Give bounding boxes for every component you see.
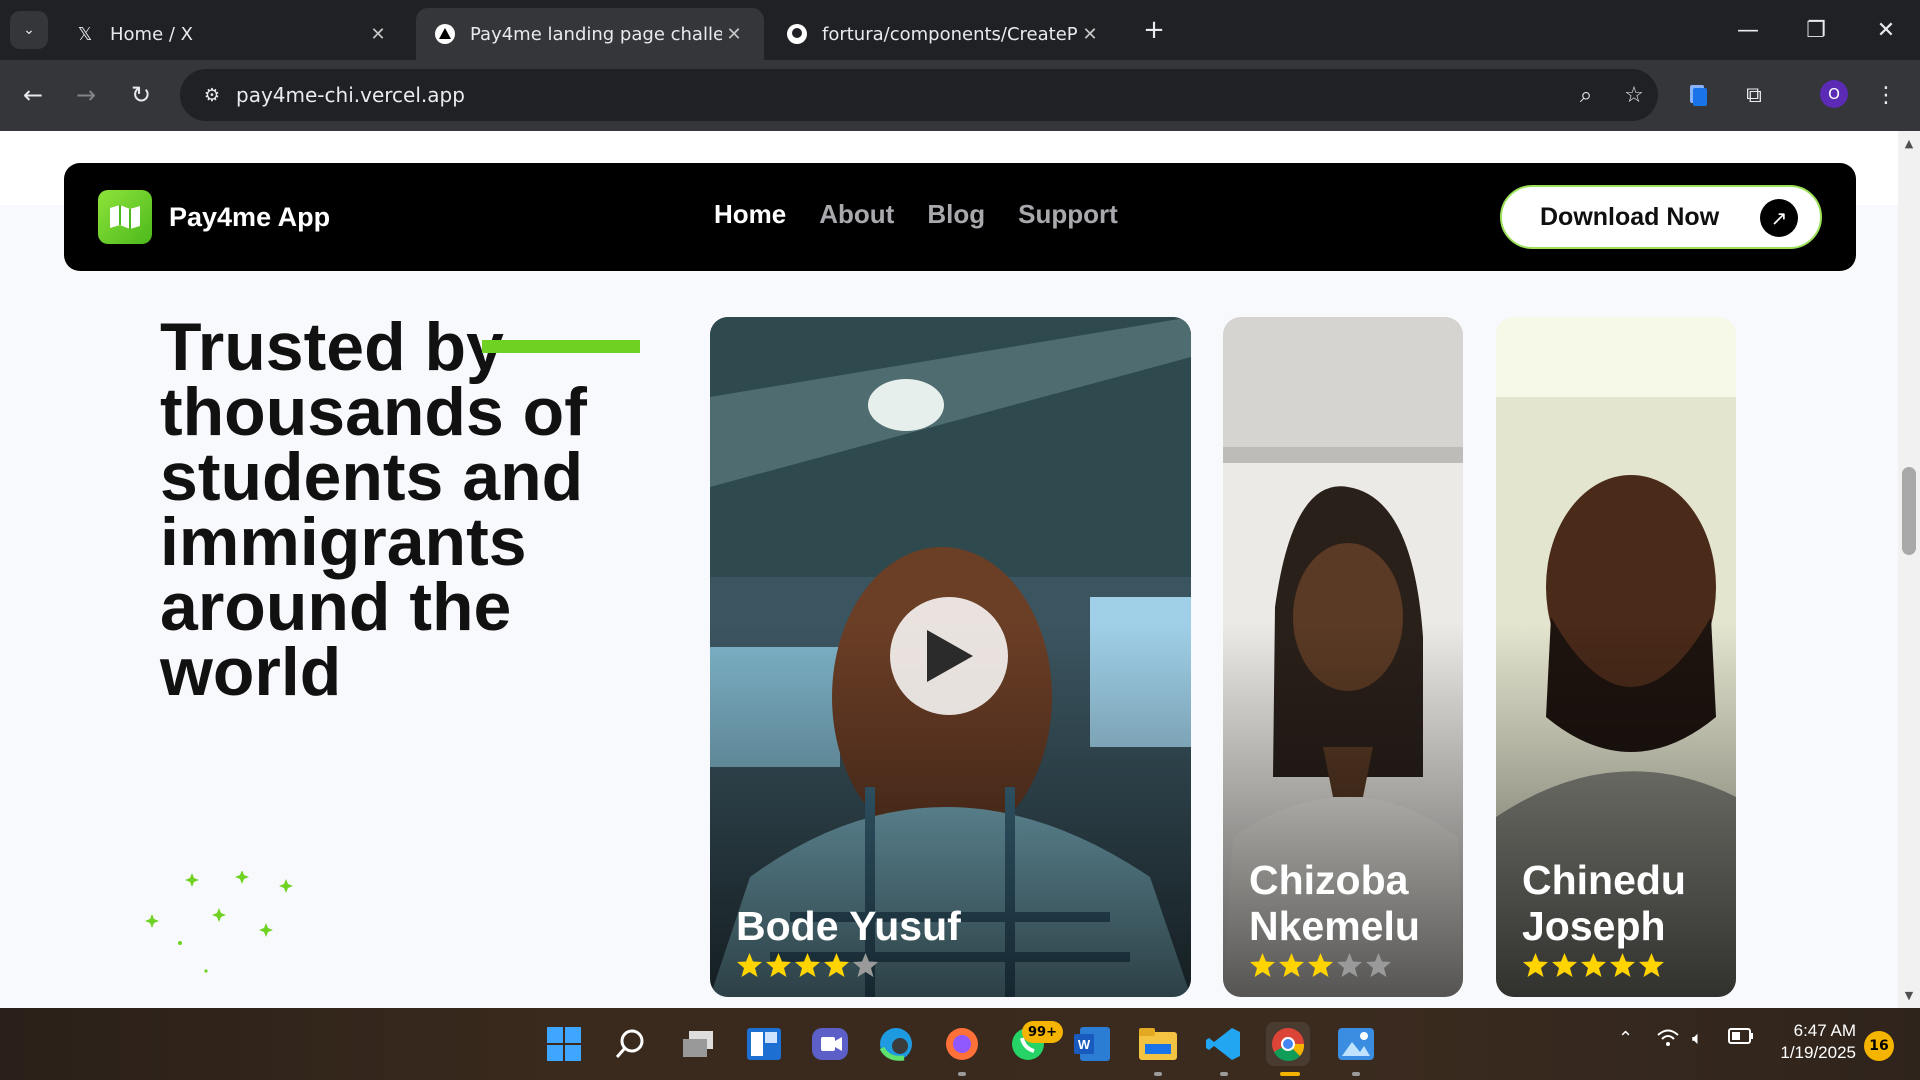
new-tab-button[interactable]: + (1138, 14, 1170, 46)
photos-icon[interactable] (1334, 1022, 1378, 1066)
star-filled-icon (737, 953, 762, 977)
testimonial-name: Bode Yusuf (736, 903, 961, 949)
widgets-icon[interactable] (742, 1022, 786, 1066)
site-info-icon[interactable]: ⚙ (192, 85, 232, 106)
volume-icon[interactable]: 🔈︎ (1692, 1028, 1703, 1049)
download-label: Download Now (1540, 202, 1720, 231)
star-filled-icon (1279, 953, 1304, 977)
chrome-icon[interactable] (1266, 1022, 1310, 1066)
browser-toolbar: ← → ↻ ⚙ pay4me-chi.vercel.app ⌕ ☆ ⧉ ⋮ (0, 60, 1920, 131)
nav-home[interactable]: Home (714, 199, 786, 230)
extensions-puzzle-icon[interactable]: ⧉ (1736, 77, 1772, 113)
hero-title: Trusted by thousands of students and imm… (160, 309, 587, 710)
github-logo-icon (786, 23, 808, 45)
forward-button[interactable]: → (68, 77, 104, 113)
testimonial-card[interactable]: Bode Yusuf (710, 317, 1191, 997)
close-icon[interactable]: ✕ (722, 24, 746, 45)
testimonial-card[interactable]: Chizoba Nkemelu (1223, 317, 1463, 997)
system-clock[interactable]: 6:47 AM 1/19/2025 (1770, 1020, 1856, 1064)
battery-icon[interactable] (1728, 1028, 1754, 1049)
close-window-button[interactable]: ✕ (1866, 10, 1906, 50)
star-filled-icon (795, 953, 820, 977)
testimonial-name: Chizoba Nkemelu (1249, 857, 1420, 949)
star-filled-icon (1639, 953, 1664, 977)
close-icon[interactable]: ✕ (1078, 24, 1102, 45)
clock-date: 1/19/2025 (1780, 1043, 1856, 1062)
teams-meet-icon[interactable] (808, 1022, 852, 1066)
star-filled-icon (1308, 953, 1333, 977)
search-icon[interactable] (608, 1022, 652, 1066)
star-filled-icon (1250, 953, 1275, 977)
star-filled-icon (1581, 953, 1606, 977)
task-view-icon[interactable] (676, 1022, 720, 1066)
profile-avatar-button[interactable] (1782, 77, 1818, 113)
page-viewport: Pay4me App Home About Blog Support Downl… (0, 131, 1898, 1008)
testimonial-name: Chinedu Joseph (1522, 857, 1686, 949)
star-filled-icon (1523, 953, 1548, 977)
svg-text:W: W (1078, 1037, 1091, 1052)
url-text: pay4me-chi.vercel.app (236, 83, 465, 107)
page-scrollbar[interactable]: ▲ ▼ (1898, 131, 1920, 1008)
tab-github[interactable]: fortura/components/CreatePost ✕ (768, 8, 1120, 60)
show-hidden-icons-chevron-icon[interactable]: ⌃ (1618, 1028, 1633, 1049)
clock-time: 6:47 AM (1793, 1021, 1856, 1040)
file-explorer-icon[interactable] (1136, 1022, 1180, 1066)
scroll-up-arrow-icon[interactable]: ▲ (1903, 137, 1915, 150)
whatsapp-unread-badge: 99+ (1022, 1021, 1063, 1043)
reload-button[interactable]: ↻ (123, 77, 159, 113)
star-rating (1249, 952, 1392, 979)
bookmark-star-icon[interactable]: ☆ (1610, 83, 1658, 108)
star-rating (1522, 952, 1665, 979)
title-underline-decoration (482, 340, 640, 353)
browser-tab-strip: ⌄ 𝕏 Home / X ✕ Pay4me landing page chall… (0, 0, 1920, 60)
play-video-button[interactable] (890, 597, 1008, 715)
star-rating (736, 952, 879, 979)
star-empty-icon (1337, 953, 1362, 977)
nav-support[interactable]: Support (1018, 199, 1118, 230)
star-filled-icon (1552, 953, 1577, 977)
extension-docs-icon[interactable] (1680, 77, 1716, 113)
nav-about[interactable]: About (819, 199, 894, 230)
scroll-down-arrow-icon[interactable]: ▼ (1903, 989, 1915, 1002)
avatar[interactable]: O (1820, 80, 1848, 108)
sparkle-decoration-icon (145, 871, 293, 973)
tab-pay4me[interactable]: Pay4me landing page challenge ✕ (416, 8, 764, 60)
zoom-icon[interactable]: ⌕ (1562, 83, 1610, 108)
testimonial-card[interactable]: Chinedu Joseph (1496, 317, 1736, 997)
scrollbar-thumb[interactable] (1902, 467, 1916, 555)
tab-title: Home / X (110, 23, 193, 45)
arrow-up-right-icon: ↗ (1760, 199, 1798, 237)
download-now-button[interactable]: Download Now ↗ (1500, 185, 1822, 249)
tab-title: Pay4me landing page challenge (470, 23, 722, 45)
browser-menu-icon[interactable]: ⋮ (1868, 77, 1904, 113)
pay4me-logo-icon (98, 190, 152, 244)
minimize-button[interactable]: — (1728, 10, 1768, 50)
x-logo-icon: 𝕏 (77, 23, 93, 45)
edge-browser-icon[interactable] (874, 1022, 918, 1066)
word-icon[interactable]: W (1070, 1022, 1114, 1066)
vscode-icon[interactable] (1202, 1022, 1246, 1066)
star-empty-icon (1366, 953, 1391, 977)
star-empty-icon (853, 953, 878, 977)
tab-search-button[interactable]: ⌄ (10, 11, 48, 49)
site-navbar: Pay4me App Home About Blog Support Downl… (64, 163, 1856, 271)
nav-blog[interactable]: Blog (927, 199, 985, 230)
close-icon[interactable]: ✕ (366, 24, 390, 45)
restore-button[interactable]: ❐ (1796, 10, 1836, 50)
brand-name: Pay4me App (169, 201, 331, 232)
tab-title: fortura/components/CreatePost (822, 23, 1078, 45)
wifi-icon[interactable] (1656, 1028, 1680, 1053)
vercel-logo-icon (434, 23, 456, 45)
back-button[interactable]: ← (15, 77, 51, 113)
windows-start-icon[interactable] (542, 1022, 586, 1066)
star-filled-icon (766, 953, 791, 977)
star-filled-icon (824, 953, 849, 977)
star-filled-icon (1610, 953, 1635, 977)
notification-count-badge[interactable]: 16 (1864, 1031, 1894, 1061)
main-nav: Home About Blog Support (714, 199, 1118, 230)
brand[interactable]: Pay4me App (98, 190, 330, 244)
address-bar[interactable]: ⚙ pay4me-chi.vercel.app ⌕ ☆ (180, 69, 1658, 121)
tab-x[interactable]: 𝕏 Home / X ✕ (56, 8, 408, 60)
firefox-icon[interactable] (940, 1022, 984, 1066)
